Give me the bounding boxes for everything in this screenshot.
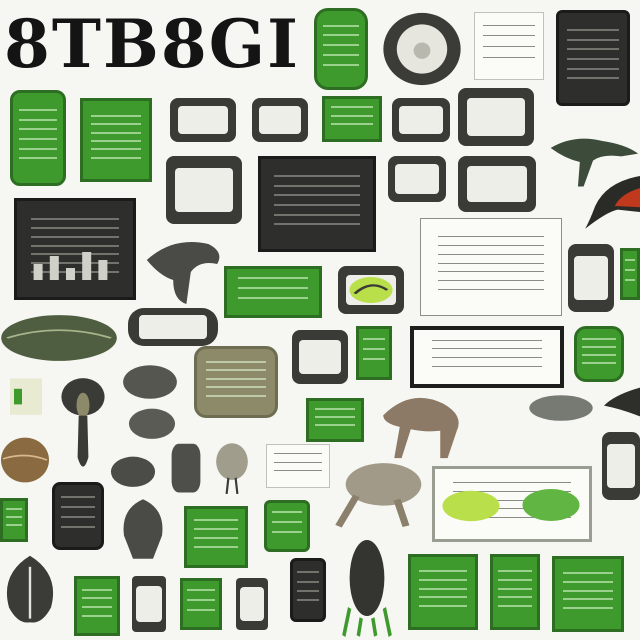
stone-icon — [110, 452, 156, 488]
bird-head-icon — [584, 170, 640, 230]
green-card — [0, 498, 28, 542]
animal-figure-icon — [334, 454, 424, 530]
green-card — [74, 576, 120, 636]
green-card — [408, 554, 478, 630]
leaf-icon — [380, 8, 464, 90]
stone-icon — [122, 360, 178, 400]
green-card — [180, 578, 222, 630]
framed-card — [458, 156, 536, 212]
animal-figure-icon — [138, 228, 226, 308]
framed-card — [128, 308, 218, 346]
leaf-icon — [440, 486, 502, 526]
green-card — [490, 554, 540, 630]
framed-card — [170, 98, 236, 142]
collage-title: 8TB8GI — [4, 5, 300, 83]
framed-card — [602, 432, 640, 500]
dark-card — [290, 558, 326, 622]
framed-card — [458, 88, 534, 146]
leaf-icon — [0, 552, 60, 626]
green-card — [264, 500, 310, 552]
framed-card — [252, 98, 308, 142]
illustration-panel — [410, 326, 564, 388]
framed-card — [292, 330, 348, 384]
stone-icon — [344, 272, 398, 308]
seed-icon — [528, 392, 594, 424]
animal-skull-icon — [118, 496, 168, 562]
document-card — [474, 12, 544, 80]
green-card — [322, 96, 382, 142]
stone-icon — [128, 404, 176, 440]
green-card — [224, 266, 322, 318]
alien-figure-icon — [338, 538, 396, 638]
seed-icon — [0, 312, 118, 364]
framed-card — [392, 98, 450, 142]
leaf-icon — [520, 484, 582, 526]
dark-card — [52, 482, 104, 550]
green-card — [356, 326, 392, 380]
green-card — [552, 556, 624, 632]
dark-card — [556, 10, 630, 106]
green-card — [184, 506, 248, 568]
green-card — [314, 8, 368, 90]
alien-figure-icon — [56, 374, 110, 478]
framed-card — [388, 156, 446, 202]
stone-icon — [6, 368, 46, 420]
green-card — [620, 248, 640, 300]
seed-icon — [0, 432, 50, 488]
slideshow-panel — [258, 156, 376, 252]
green-card — [306, 398, 364, 442]
green-card — [80, 98, 152, 182]
green-card — [10, 90, 66, 186]
animal-figure-icon — [374, 384, 466, 462]
bird-head-icon — [604, 384, 640, 420]
framed-card — [132, 576, 166, 632]
document-card — [266, 444, 330, 488]
grid-table — [420, 218, 562, 316]
olive-card — [194, 346, 278, 418]
framed-card — [166, 156, 242, 224]
framed-card — [568, 244, 614, 312]
framed-card — [236, 578, 268, 630]
bar-chart-icon — [30, 240, 120, 280]
stone-icon — [168, 438, 204, 496]
green-card — [574, 326, 624, 382]
animal-skull-icon — [214, 440, 250, 494]
